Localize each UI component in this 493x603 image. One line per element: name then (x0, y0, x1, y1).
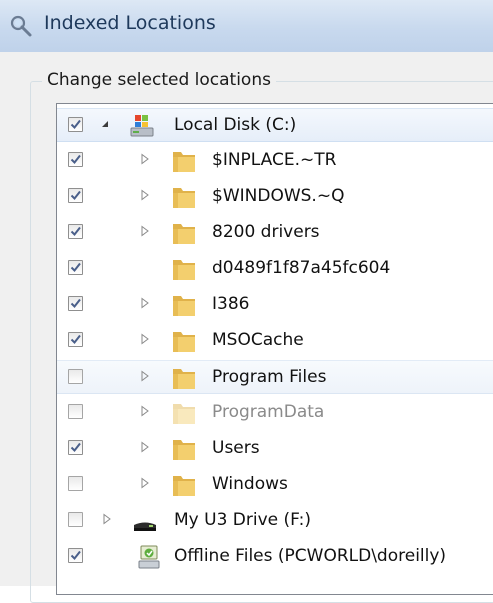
folder-icon (173, 260, 195, 280)
offline-files-icon (138, 545, 160, 569)
tree-item-8200-drivers[interactable]: 8200 drivers (57, 216, 493, 250)
title-bar: Indexed Locations (0, 0, 493, 52)
folder-icon (173, 224, 195, 244)
tree-item-my-u3-drive[interactable]: My U3 Drive (F:) (57, 504, 493, 538)
tree-item-label: Program Files (212, 367, 327, 387)
tree-item-users[interactable]: Users (57, 432, 493, 466)
tree-item-label: Users (212, 438, 260, 458)
collapsed-arrow-icon[interactable] (139, 441, 151, 453)
tree-item-label: Local Disk (C:) (174, 115, 297, 135)
checkbox-my-u3-drive[interactable] (68, 512, 83, 527)
tree-item-programdata[interactable]: ProgramData (57, 396, 493, 430)
tree-item-windows-q[interactable]: $WINDOWS.~Q (57, 180, 493, 214)
checkbox-local-disk-c[interactable] (68, 117, 83, 132)
checkbox-8200-drivers[interactable] (68, 224, 83, 239)
checkbox-msocache[interactable] (68, 332, 83, 347)
checkbox-users[interactable] (68, 440, 83, 455)
checkbox-i386[interactable] (68, 296, 83, 311)
collapsed-arrow-icon[interactable] (101, 513, 113, 525)
folder-icon (173, 332, 195, 352)
tree-item-d0489f1f87a45fc604[interactable]: d0489f1f87a45fc604 (57, 252, 493, 286)
usb-drive-icon (134, 522, 156, 531)
checkbox-d0489f1f87a45fc604[interactable] (68, 260, 83, 275)
collapsed-arrow-icon[interactable] (139, 370, 151, 382)
folder-icon (173, 476, 195, 496)
collapsed-arrow-icon[interactable] (139, 405, 151, 417)
folder-icon (173, 440, 195, 460)
tree-item-label: Offline Files (PCWORLD\doreilly) (174, 546, 447, 566)
collapsed-arrow-icon[interactable] (139, 225, 151, 237)
tree-item-label: 8200 drivers (212, 222, 320, 242)
tree-item-label: $WINDOWS.~Q (212, 186, 345, 206)
tree-item-inplace-tr[interactable]: $INPLACE.~TR (57, 144, 493, 178)
tree-item-offline-files[interactable]: Offline Files (PCWORLD\doreilly) (57, 540, 493, 574)
folder-icon (173, 296, 195, 316)
checkbox-programdata[interactable] (68, 404, 83, 419)
tree-item-program-files[interactable]: Program Files (57, 360, 493, 394)
folder-icon-faded (173, 404, 195, 424)
checkbox-offline-files[interactable] (68, 548, 83, 563)
collapsed-arrow-icon[interactable] (139, 333, 151, 345)
indexing-options-icon (10, 15, 32, 37)
locations-tree[interactable]: Local Disk (C:) $INPLACE.~TR $WINDOWS.~Q (56, 103, 493, 595)
tree-item-i386[interactable]: I386 (57, 288, 493, 322)
tree-item-label: I386 (212, 294, 250, 314)
groupbox-label: Change selected locations (42, 70, 276, 90)
checkbox-inplace-tr[interactable] (68, 152, 83, 167)
checkbox-windows-q[interactable] (68, 188, 83, 203)
folder-icon (173, 152, 195, 172)
folder-icon (173, 369, 195, 389)
tree-item-msocache[interactable]: MSOCache (57, 324, 493, 358)
checkbox-program-files[interactable] (68, 369, 83, 384)
tree-item-label: MSOCache (212, 330, 304, 350)
expanded-arrow-icon[interactable] (99, 118, 111, 130)
tree-item-label: d0489f1f87a45fc604 (212, 258, 391, 278)
folder-icon (173, 188, 195, 208)
drive-icon (130, 115, 154, 137)
tree-item-label: ProgramData (212, 402, 325, 422)
collapsed-arrow-icon[interactable] (139, 153, 151, 165)
checkbox-windows[interactable] (68, 476, 83, 491)
tree-item-label: $INPLACE.~TR (212, 150, 337, 170)
collapsed-arrow-icon[interactable] (139, 477, 151, 489)
tree-item-windows[interactable]: Windows (57, 468, 493, 502)
tree-item-local-disk-c[interactable]: Local Disk (C:) (57, 108, 493, 142)
collapsed-arrow-icon[interactable] (139, 297, 151, 309)
collapsed-arrow-icon[interactable] (139, 189, 151, 201)
tree-item-label: Windows (212, 474, 288, 494)
tree-item-label: My U3 Drive (F:) (174, 510, 311, 530)
window-title: Indexed Locations (44, 12, 216, 34)
